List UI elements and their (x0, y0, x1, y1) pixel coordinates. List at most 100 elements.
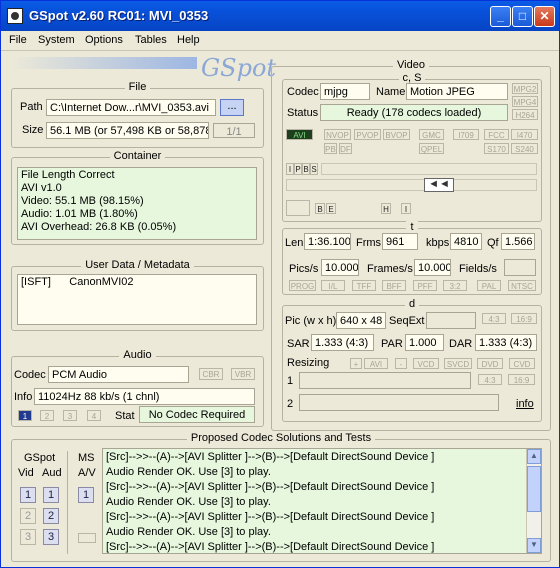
vbr-button[interactable]: VBR (231, 368, 255, 380)
menu-system[interactable]: System (38, 34, 75, 46)
kbps-field: 4810 (450, 233, 482, 250)
container-line: AVI v1.0 (21, 182, 62, 194)
proposed-line: Audio Render OK. Use [3] to play. (106, 496, 271, 508)
video-status-label: Status (287, 107, 319, 119)
vid-test-1-button[interactable]: 1 (20, 487, 36, 503)
aud-test-2-button[interactable]: 2 (43, 508, 59, 524)
audio-stream-4[interactable]: 4 (87, 410, 101, 421)
frames-label: Frames/s (367, 263, 413, 275)
container-info: File Length Correct AVI v1.0 Video: 55.1… (17, 167, 257, 240)
path-field[interactable]: C:\Internet Dow...r\MVI_0353.avi (46, 99, 216, 116)
mpg4-button[interactable]: MPG4 (512, 96, 538, 107)
resize-svcd-button[interactable]: SVCD (444, 358, 472, 369)
pics-field: 10.000 (321, 259, 359, 276)
proposed-line: [Src]-->>--(A)-->[AVI Splitter ]-->(B)--… (106, 481, 435, 493)
minimize-button[interactable]: _ (490, 6, 511, 27)
pic-label: Pic (w x h) (285, 315, 337, 327)
resizing-label: Resizing (287, 357, 330, 369)
seqext-field (426, 312, 476, 329)
resize-vcd-button[interactable]: VCD (413, 358, 439, 369)
d-legend: d (404, 298, 420, 310)
resize-dvd-button[interactable]: DVD (477, 358, 503, 369)
flag-gmc: GMC (419, 129, 444, 140)
resize-avi-button[interactable]: AVI (364, 358, 388, 369)
marker-b-button[interactable]: B (315, 203, 325, 214)
frames-field: 10.000 (414, 259, 451, 276)
gspot-label: GSpot (24, 452, 56, 464)
timeline-slider-icon[interactable]: ◄◄ (424, 178, 454, 192)
menu-file[interactable]: File (9, 34, 27, 46)
part-indicator: 1/1 (213, 123, 255, 138)
browse-button[interactable]: ... (220, 99, 244, 116)
menu-help[interactable]: Help (177, 34, 200, 46)
audio-stat-field: No Codec Required (139, 406, 255, 423)
marker-i-button[interactable]: I (401, 203, 411, 214)
audio-codec-field: PCM Audio (48, 366, 189, 383)
mpg2-button[interactable]: MPG2 (512, 83, 538, 94)
pulldown-tff: TFF (352, 280, 376, 291)
menu-tables[interactable]: Tables (135, 34, 167, 46)
sar-label: SAR (287, 338, 310, 350)
cbr-button[interactable]: CBR (199, 368, 223, 380)
menu-bar: File System Options Tables Help (1, 31, 559, 51)
marker-e-button[interactable]: E (326, 203, 336, 214)
flag-s240: S240 (511, 143, 538, 154)
aud-test-3-button[interactable]: 3 (43, 529, 59, 545)
flag-i709: I709 (453, 129, 479, 140)
info-link[interactable]: info (516, 398, 534, 410)
window-title: GSpot v2.60 RC01: MVI_0353 (29, 8, 209, 23)
flag-avi: AVI (286, 129, 313, 140)
av-test-1-button[interactable]: 1 (78, 487, 94, 503)
resize-cvd-button[interactable]: CVD (509, 358, 535, 369)
proposed-list[interactable]: [Src]-->>--(A)-->[AVI Splitter ]-->(B)--… (102, 448, 542, 554)
scroll-thumb[interactable] (527, 466, 541, 512)
close-button[interactable]: ✕ (534, 6, 555, 27)
resize-16-9-button[interactable]: 16:9 (508, 374, 535, 385)
frame-b: B (302, 163, 310, 175)
audio-stream-1[interactable]: 1 (18, 410, 32, 421)
resize-plus-button[interactable]: + (350, 358, 362, 369)
h264-button[interactable]: H264 (512, 109, 538, 120)
container-legend: Container (109, 150, 166, 162)
pulldown-bff: BFF (382, 280, 406, 291)
resize-4-3-button[interactable]: 4:3 (478, 374, 502, 385)
pulldown-ntsc: NTSC (508, 280, 536, 291)
proposed-line: Audio Render OK. Use [3] to play. (106, 466, 271, 478)
pulldown-pff: PFF (413, 280, 437, 291)
flag-s170: S170 (484, 143, 509, 154)
resize-row-1-label: 1 (287, 375, 294, 387)
resize-minus-button[interactable]: - (395, 358, 407, 369)
aud-label: Aud (42, 467, 62, 479)
flag-pb: PB (324, 143, 337, 154)
pulldown-il: I/L (321, 280, 345, 291)
app-icon (7, 8, 23, 24)
av-test-3-button[interactable] (78, 533, 96, 543)
audio-stream-2[interactable]: 2 (40, 410, 54, 421)
audio-stat-label: Stat (115, 410, 135, 422)
kbps-label: kbps (426, 237, 450, 249)
vid-test-2-button[interactable]: 2 (20, 508, 36, 524)
vid-test-3-button[interactable]: 3 (20, 529, 36, 545)
snapshot-icon[interactable] (286, 200, 310, 216)
maximize-button[interactable]: □ (512, 6, 533, 27)
proposed-line: Audio Render OK. Use [3] to play. (106, 526, 271, 538)
ar-4-3-button[interactable]: 4:3 (482, 313, 506, 324)
proposed-scrollbar[interactable]: ▲ ▼ (526, 449, 541, 553)
scroll-down-icon[interactable]: ▼ (527, 538, 541, 553)
metadata-line: [ISFT] CanonMVI02 (21, 276, 134, 288)
scroll-up-icon[interactable]: ▲ (527, 449, 541, 464)
file-group: File (11, 81, 264, 148)
pic-field: 640 x 48 (336, 312, 386, 329)
file-legend: File (124, 81, 151, 93)
fields-label: Fields/s (459, 263, 497, 275)
marker-h-button[interactable]: H (381, 203, 391, 214)
aud-test-1-button[interactable]: 1 (43, 487, 59, 503)
timeline-track (286, 179, 537, 191)
audio-codec-label: Codec (14, 369, 46, 381)
ar-16-9-button[interactable]: 16:9 (511, 313, 537, 324)
pulldown-prog: PROG (289, 280, 316, 291)
audio-stream-3[interactable]: 3 (63, 410, 77, 421)
frms-label: Frms (356, 237, 382, 249)
menu-options[interactable]: Options (85, 34, 123, 46)
ms-label: MS (78, 452, 95, 464)
